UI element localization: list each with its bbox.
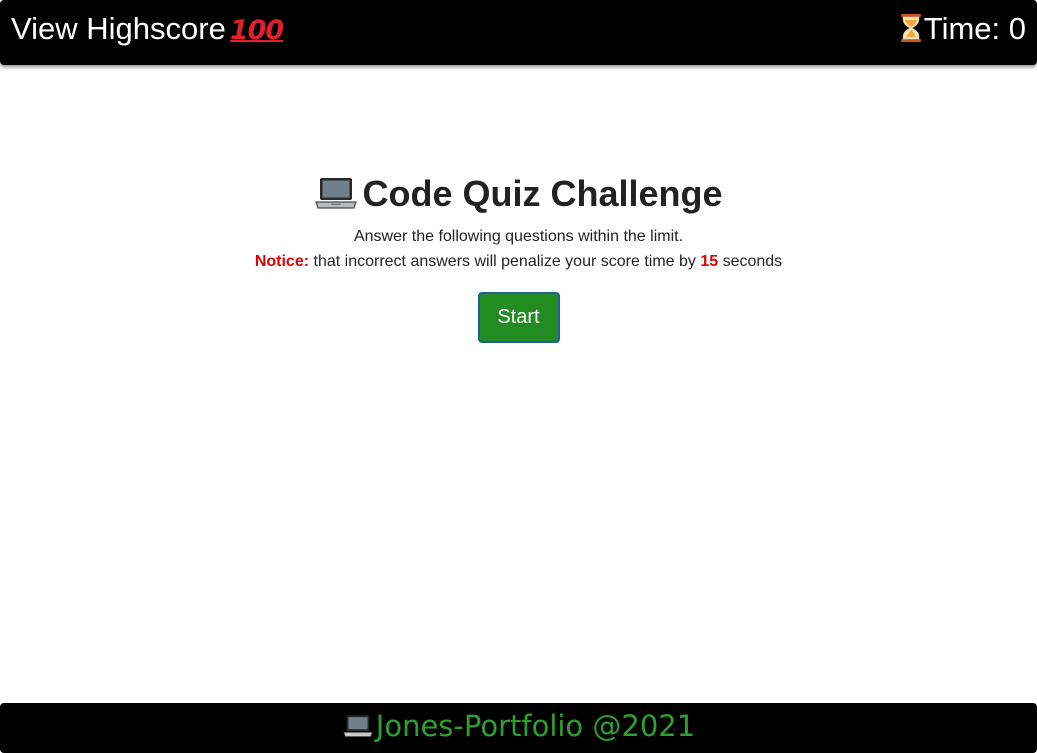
footer-text: Jones-Portfolio @2021 bbox=[375, 709, 696, 743]
top-bar: View Highscore 100 Time: 0 bbox=[0, 0, 1037, 65]
laptop-icon bbox=[343, 715, 373, 738]
page-title: Code Quiz Challenge bbox=[0, 170, 1037, 218]
laptop-icon bbox=[315, 178, 358, 209]
view-highscore-label: View Highscore bbox=[11, 11, 226, 46]
timer-label: Time: 0 bbox=[923, 11, 1026, 46]
notice-label: Notice: bbox=[254, 253, 310, 270]
notice-body: that incorrect answers will penalize you… bbox=[309, 253, 701, 270]
footer-credit: Jones-Portfolio @2021 bbox=[342, 707, 695, 745]
penalty-value: 15 bbox=[700, 253, 719, 270]
notice-suffix: seconds bbox=[718, 253, 783, 270]
instruction-text: Answer the following questions within th… bbox=[353, 228, 684, 245]
notice-text: Notice: that incorrect answers will pena… bbox=[0, 249, 1037, 274]
hundred-points-icon: 100 bbox=[229, 15, 284, 46]
page-title-text: Code Quiz Challenge bbox=[362, 173, 723, 214]
page: View Highscore 100 Time: 0 Code Quiz Chal… bbox=[0, 0, 1037, 753]
view-highscore-link[interactable]: View Highscore 100 bbox=[11, 10, 284, 50]
start-button[interactable]: Start bbox=[477, 292, 560, 343]
hourglass-icon bbox=[900, 14, 921, 42]
timer: Time: 0 bbox=[900, 10, 1026, 48]
footer: Jones-Portfolio @2021 bbox=[0, 703, 1037, 753]
quiz-intro: Code Quiz Challenge Answer the following… bbox=[0, 170, 1037, 343]
